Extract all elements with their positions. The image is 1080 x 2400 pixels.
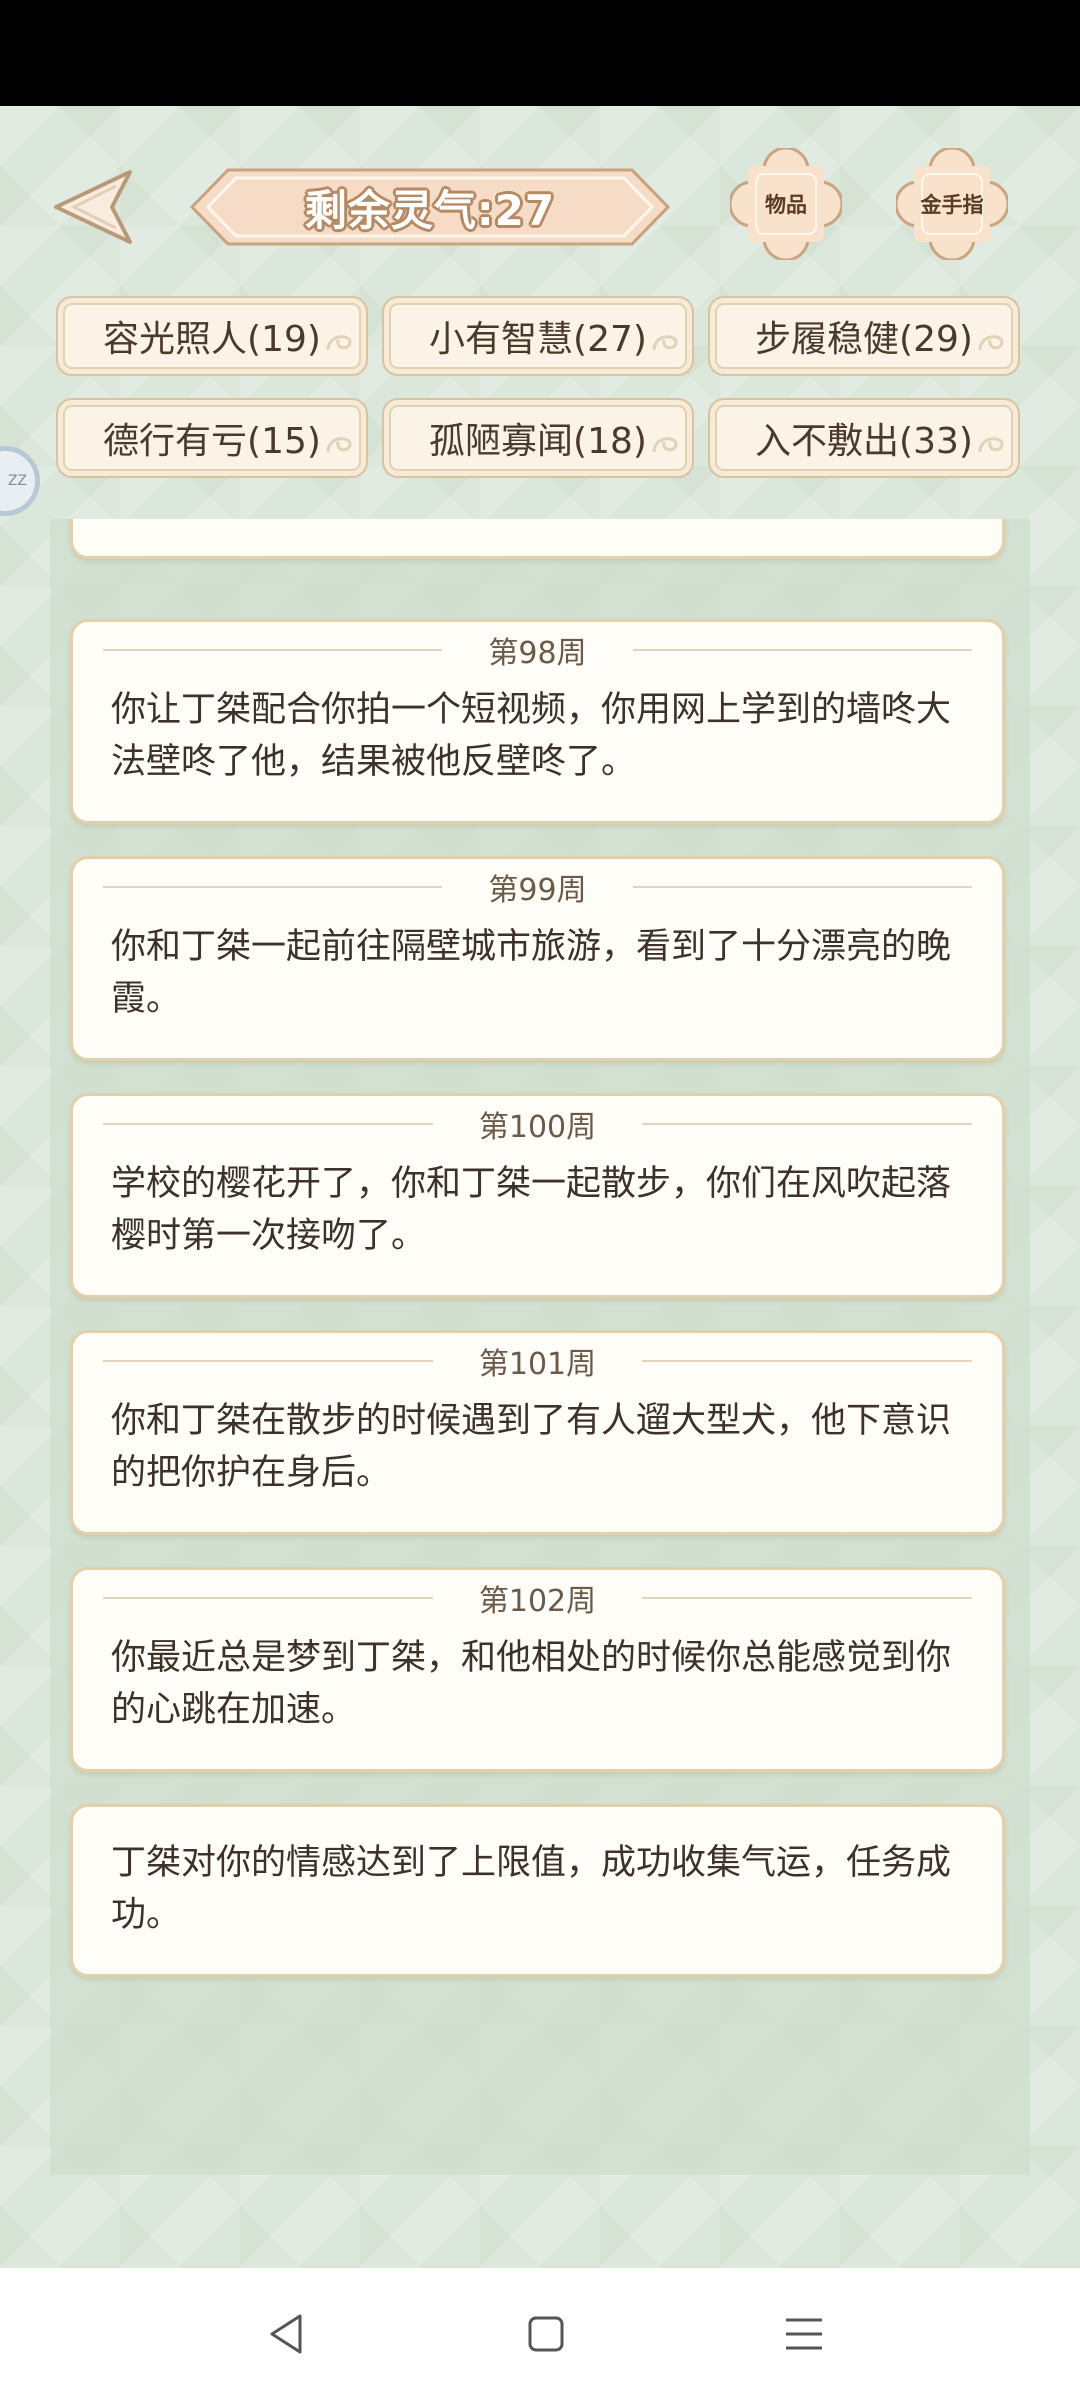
- trait-tag[interactable]: 步履稳健(29): [708, 296, 1020, 376]
- week-label: 第102周: [478, 1584, 597, 1619]
- floating-bubble-label: ZZ: [7, 473, 27, 489]
- cloud-swirl-icon: [652, 437, 678, 453]
- triangle-back-icon: [270, 2314, 302, 2354]
- log-text: 你和丁桀在散步的时候遇到了有人遛大型犬，他下意识的把你护在身后。: [111, 1401, 952, 1493]
- trait-label: 步履稳健(29): [755, 319, 973, 360]
- week-label: 第100周: [478, 1110, 597, 1145]
- status-bar: [0, 0, 1080, 106]
- trait-tag[interactable]: 德行有亏(15): [56, 398, 368, 478]
- menu-lines-icon: [786, 2318, 822, 2350]
- log-text: 你最近总是梦到丁桀，和他相处的时候你总能感觉到你的心跳在加速。: [111, 1638, 952, 1730]
- cheat-button[interactable]: 金手指: [896, 148, 1008, 260]
- week-label: 第98周: [488, 636, 587, 671]
- week-label: 第99周: [488, 873, 587, 908]
- log-card: 第102周 你最近总是梦到丁桀，和他相处的时候你总能感觉到你的心跳在加速。: [70, 1567, 1005, 1772]
- trait-tag[interactable]: 小有智慧(27): [382, 296, 694, 376]
- trait-tag[interactable]: 入不敷出(33): [708, 398, 1020, 478]
- log-card: 第99周 你和丁桀一起前往隔壁城市旅游，看到了十分漂亮的晚霞。: [70, 856, 1005, 1061]
- square-home-icon: [528, 2316, 564, 2352]
- trait-label: 孤陋寡闻(18): [429, 421, 647, 462]
- items-button[interactable]: 物品: [730, 148, 842, 260]
- log-card-header: 第98周: [73, 630, 1002, 671]
- log-card-final: 丁桀对你的情感达到了上限值，成功收集气运，任务成功。: [70, 1804, 1005, 1977]
- nav-home-button[interactable]: [514, 2302, 578, 2366]
- log-card-partial: [70, 519, 1005, 559]
- trait-label: 容光照人(19): [103, 319, 321, 360]
- cloud-swirl-icon: [978, 335, 1004, 351]
- log-text: 你和丁桀一起前往隔壁城市旅游，看到了十分漂亮的晚霞。: [111, 927, 952, 1019]
- nav-back-button[interactable]: [256, 2302, 320, 2366]
- aura-banner: 剩余灵气:27: [188, 166, 672, 248]
- trait-tag[interactable]: 容光照人(19): [56, 296, 368, 376]
- cheat-button-label: 金手指: [920, 193, 984, 217]
- log-card-header: 第99周: [73, 867, 1002, 908]
- remaining-aura-label: 剩余灵气:27: [304, 185, 556, 235]
- log-text: 丁桀对你的情感达到了上限值，成功收集气运，任务成功。: [111, 1843, 952, 1935]
- log-card-header: 第100周: [73, 1104, 1002, 1145]
- floating-assistant-bubble[interactable]: ZZ: [0, 446, 40, 516]
- trait-label: 德行有亏(15): [103, 421, 321, 462]
- event-log-panel[interactable]: 第98周 你让丁桀配合你拍一个短视频，你用网上学到的墙咚大法壁咚了他，结果被他反…: [50, 519, 1030, 2175]
- log-card-header: 第102周: [73, 1578, 1002, 1619]
- trait-label: 入不敷出(33): [755, 421, 973, 462]
- log-text: 学校的樱花开了，你和丁桀一起散步，你们在风吹起落樱时第一次接吻了。: [111, 1164, 952, 1256]
- items-button-label: 物品: [765, 193, 807, 217]
- system-nav-bar: [0, 2268, 1080, 2400]
- game-area: 剩余灵气:27 物品 金手指 容光照人(19) 小有智慧(27) 步履稳健(29…: [0, 106, 1080, 2268]
- nav-menu-button[interactable]: [772, 2302, 836, 2366]
- back-arrow-icon: [54, 170, 132, 244]
- back-button[interactable]: [50, 164, 136, 250]
- cloud-swirl-icon: [652, 335, 678, 351]
- log-text: 你让丁桀配合你拍一个短视频，你用网上学到的墙咚大法壁咚了他，结果被他反壁咚了。: [111, 690, 952, 782]
- week-label: 第101周: [478, 1347, 597, 1382]
- cloud-swirl-icon: [978, 437, 1004, 453]
- log-card: 第100周 学校的樱花开了，你和丁桀一起散步，你们在风吹起落樱时第一次接吻了。: [70, 1093, 1005, 1298]
- log-card-header: 第101周: [73, 1341, 1002, 1382]
- cloud-swirl-icon: [326, 437, 352, 453]
- log-card: 第98周 你让丁桀配合你拍一个短视频，你用网上学到的墙咚大法壁咚了他，结果被他反…: [70, 619, 1005, 824]
- log-card: 第101周 你和丁桀在散步的时候遇到了有人遛大型犬，他下意识的把你护在身后。: [70, 1330, 1005, 1535]
- trait-label: 小有智慧(27): [429, 319, 647, 360]
- trait-tag[interactable]: 孤陋寡闻(18): [382, 398, 694, 478]
- cloud-swirl-icon: [326, 335, 352, 351]
